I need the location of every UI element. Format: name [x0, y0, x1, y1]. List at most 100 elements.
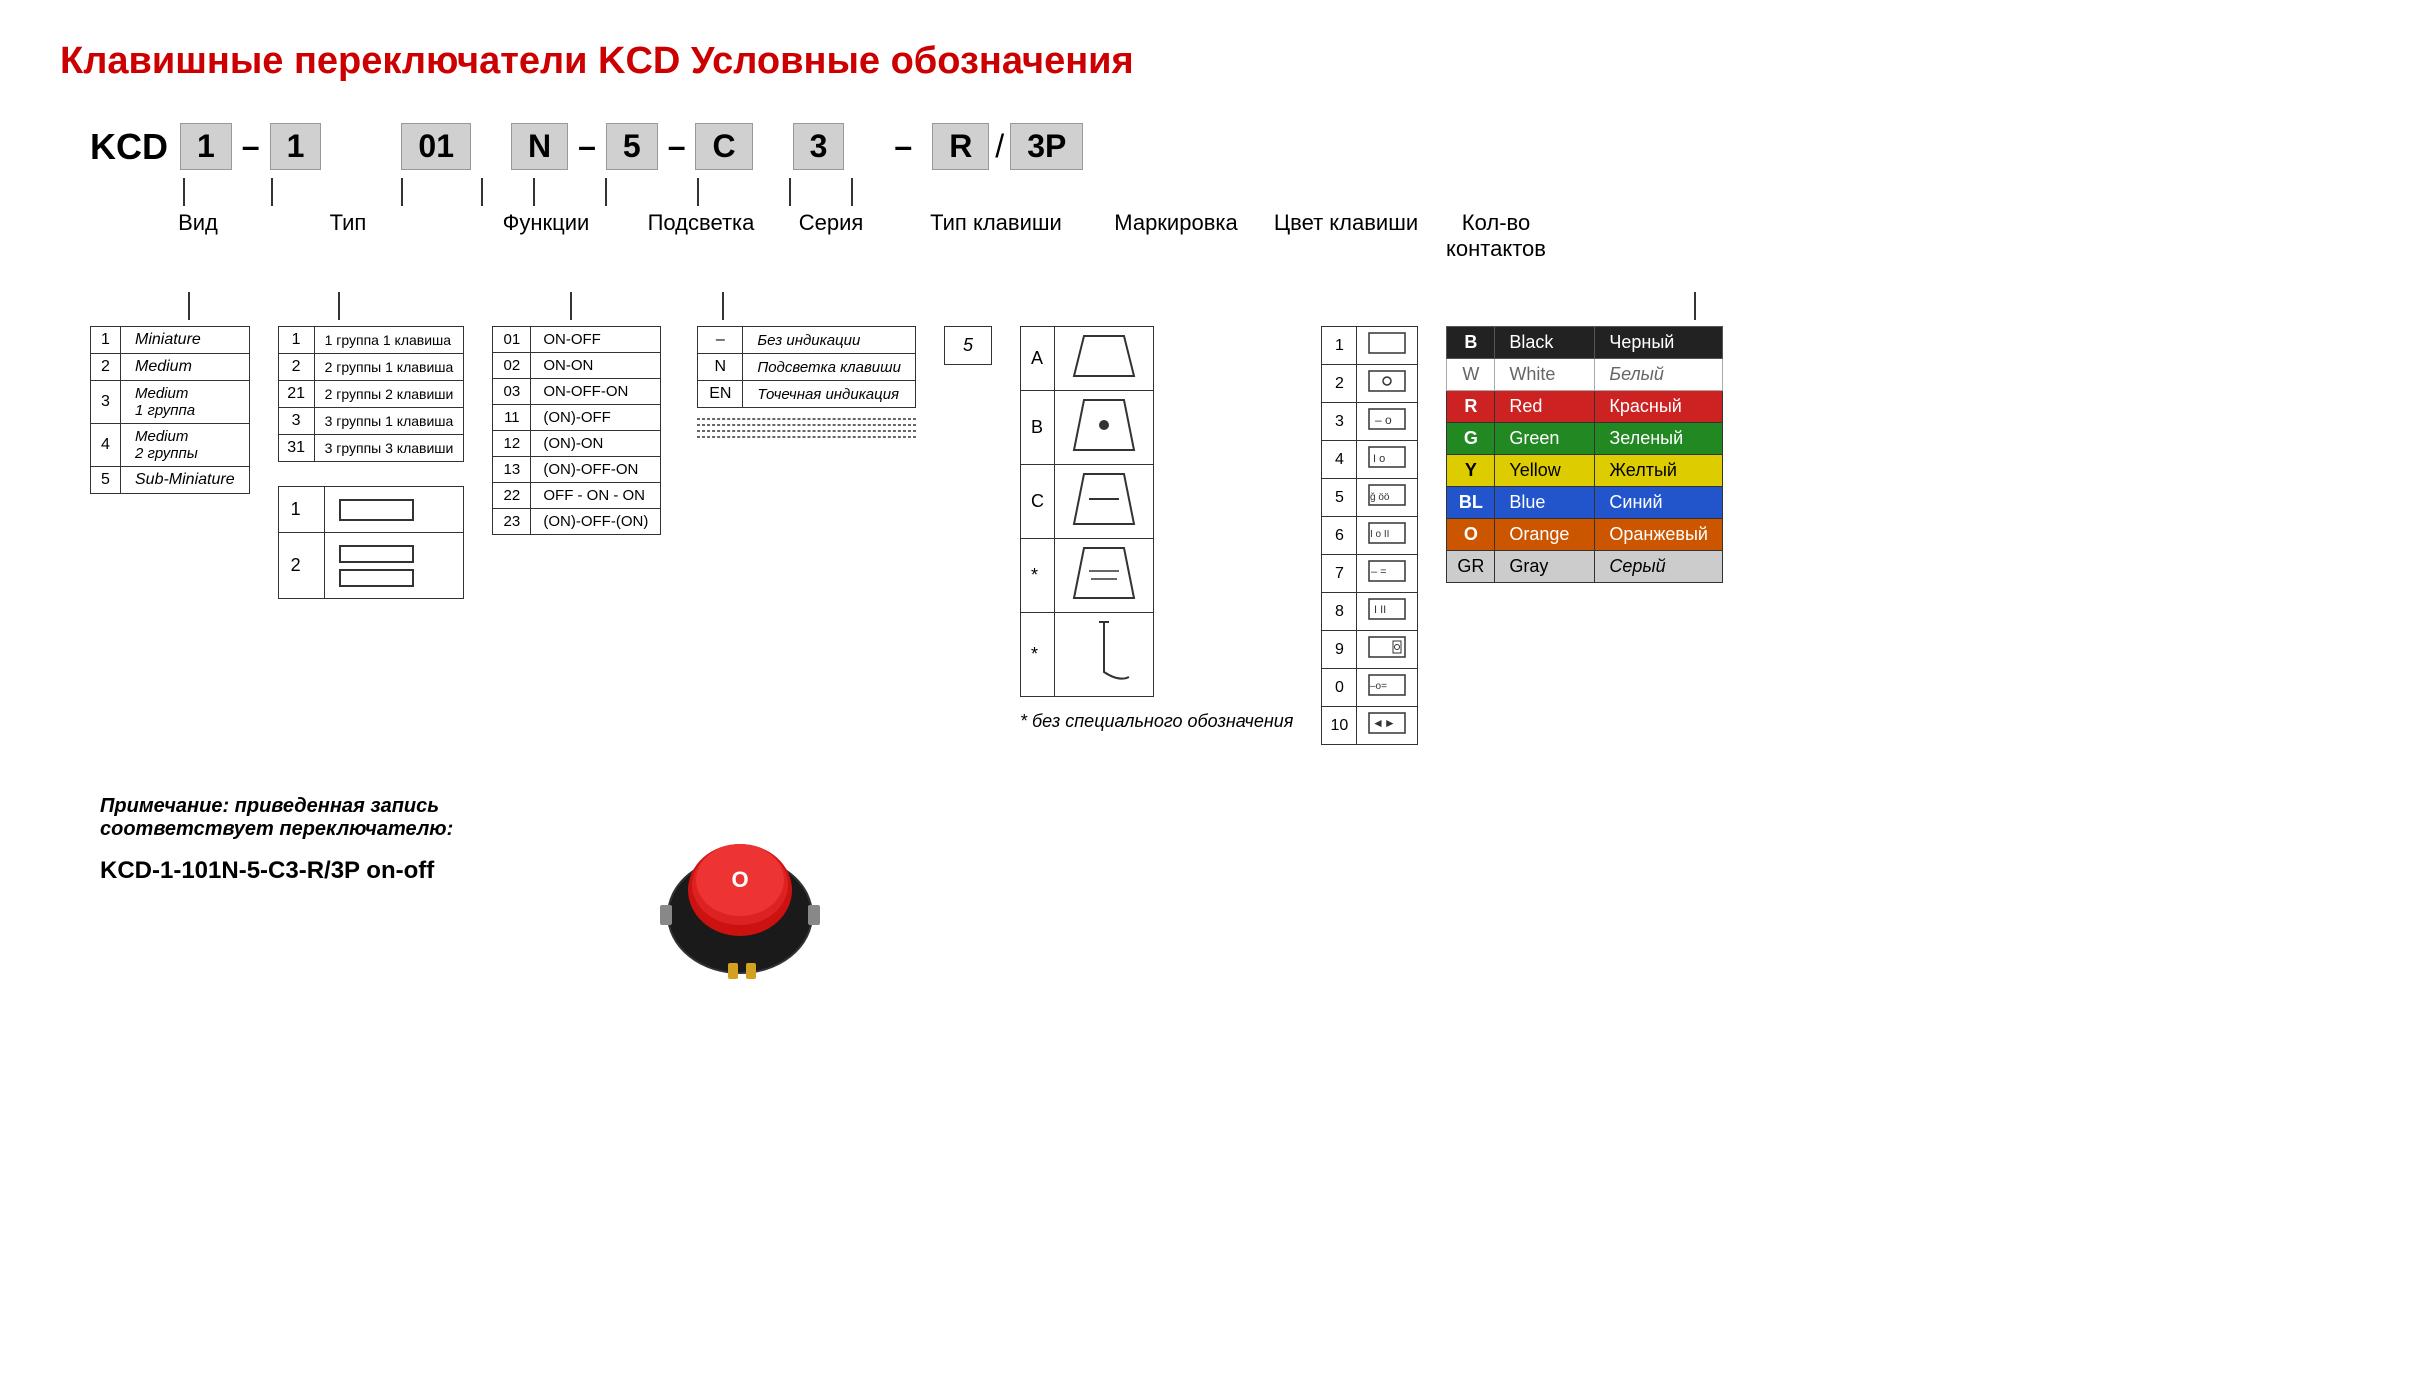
- color-table: B Black Черный W White Белый R Red Красн…: [1446, 326, 1723, 583]
- color-code: Y: [1447, 455, 1495, 487]
- table-row: 23 (ON)-OFF-(ON): [493, 509, 661, 535]
- pod-section: – Без индикации N Подсветка клавиши EN Т…: [697, 326, 916, 438]
- tip-num: 3: [278, 408, 314, 435]
- table-row: 2: [278, 533, 464, 599]
- pod-code: N: [698, 354, 743, 381]
- table-row: 03 ON-OFF-ON: [493, 379, 661, 405]
- func-code: 03: [493, 379, 531, 405]
- table-row: 3 3 группы 1 клавиша: [278, 408, 464, 435]
- main-tables-row: 1 Miniature 2 Medium 3 Medium 1 группа 4…: [90, 326, 2374, 745]
- table-row: 21 2 группы 2 клавиши: [278, 381, 464, 408]
- tip-label: 1 группа 1 клавиша: [314, 327, 464, 354]
- tip-num: 21: [278, 381, 314, 408]
- color-name-ru: Оранжевый: [1595, 519, 1723, 551]
- table-row: 2 Medium: [91, 354, 250, 381]
- code-box-9: 3P: [1010, 123, 1083, 170]
- mark-shape: [1357, 365, 1418, 403]
- key-shape-num: 2: [278, 533, 325, 599]
- pod-label: Подсветка клавиши: [743, 354, 916, 381]
- vid-label: Miniature: [121, 327, 250, 354]
- code-dash-4: –: [884, 128, 922, 165]
- svg-text:– =: – =: [1371, 566, 1387, 578]
- ktype-letter: *: [1020, 539, 1054, 613]
- vid-label: Medium: [121, 354, 250, 381]
- table-row: 1 1 группа 1 клавиша: [278, 327, 464, 354]
- table-row: 0 –o=: [1322, 669, 1418, 707]
- func-table: 01 ON-OFF 02 ON-ON 03 ON-OFF-ON 11 (ON)-…: [492, 326, 661, 535]
- code-box-3: 01: [401, 123, 471, 170]
- vid-table: 1 Miniature 2 Medium 3 Medium 1 группа 4…: [90, 326, 250, 494]
- color-name-ru: Белый: [1595, 359, 1723, 391]
- mark-num: 5: [1322, 479, 1357, 517]
- table-row: 31 3 группы 3 клавиши: [278, 435, 464, 462]
- color-code: R: [1447, 391, 1495, 423]
- cat-vid: Вид: [138, 210, 258, 236]
- code-box-8: R: [932, 123, 989, 170]
- func-code: 12: [493, 431, 531, 457]
- ktype-letter: B: [1020, 391, 1054, 465]
- tip-num: 1: [278, 327, 314, 354]
- mark-shape: – =: [1357, 555, 1418, 593]
- color-name-en: Green: [1495, 423, 1595, 455]
- func-code: 23: [493, 509, 531, 535]
- table-row: 11 (ON)-OFF: [493, 405, 661, 431]
- func-label: OFF - ON - ON: [531, 483, 661, 509]
- table-row: G Green Зеленый: [1447, 423, 1723, 455]
- ktype-shape: [1054, 613, 1153, 697]
- color-name-en: Orange: [1495, 519, 1595, 551]
- ktype-letter: C: [1020, 465, 1054, 539]
- svg-text:I o: I o: [1373, 453, 1385, 465]
- table-row: 12 (ON)-ON: [493, 431, 661, 457]
- mark-num: 7: [1322, 555, 1357, 593]
- mark-shape: [1357, 327, 1418, 365]
- tip-table: 1 1 группа 1 клавиша 2 2 группы 1 клавиш…: [278, 326, 465, 462]
- color-code: W: [1447, 359, 1495, 391]
- mark-num: 9: [1322, 631, 1357, 669]
- pod-code: –: [698, 327, 743, 354]
- color-name-en: Black: [1495, 327, 1595, 359]
- color-section: B Black Черный W White Белый R Red Красн…: [1446, 326, 1723, 583]
- pod-dashed-4: [697, 436, 916, 438]
- code-dash-3: –: [658, 128, 696, 165]
- seriya-section: 5: [944, 326, 992, 365]
- vert-lines-row: [90, 178, 2374, 206]
- seriya-value: 5: [963, 335, 973, 355]
- color-name-ru: Серый: [1595, 551, 1723, 583]
- table-row: *: [1020, 539, 1153, 613]
- func-section: 01 ON-OFF 02 ON-ON 03 ON-OFF-ON 11 (ON)-…: [492, 326, 661, 535]
- table-row: 4 I o: [1322, 441, 1418, 479]
- pod-label: Точечная индикация: [743, 381, 916, 408]
- mark-shape: ğ öö: [1357, 479, 1418, 517]
- table-row: 2 2 группы 1 клавиша: [278, 354, 464, 381]
- svg-text:–o=: –o=: [1370, 681, 1387, 692]
- color-name-ru: Красный: [1595, 391, 1723, 423]
- switch-image: O: [640, 795, 840, 988]
- table-row: 6 I o II: [1322, 517, 1418, 555]
- func-label: ON-ON: [531, 353, 661, 379]
- func-label: (ON)-OFF-ON: [531, 457, 661, 483]
- table-row: W White Белый: [1447, 359, 1723, 391]
- tip-section: 1 1 группа 1 клавиша 2 2 группы 1 клавиш…: [278, 326, 465, 599]
- pod-dashed-line: [697, 418, 916, 420]
- vid-num: 2: [91, 354, 121, 381]
- code-box-2: 1: [270, 123, 322, 170]
- table-row: 13 (ON)-OFF-ON: [493, 457, 661, 483]
- table-row: BL Blue Синий: [1447, 487, 1723, 519]
- color-name-ru: Синий: [1595, 487, 1723, 519]
- cat-tip: Тип: [288, 210, 408, 236]
- tip-label: 2 группы 1 клавиша: [314, 354, 464, 381]
- table-row: 01 ON-OFF: [493, 327, 661, 353]
- kcd-prefix: KCD: [90, 126, 168, 168]
- tip-num: 2: [278, 354, 314, 381]
- mark-num: 10: [1322, 707, 1357, 745]
- table-row: 4 Medium 2 группы: [91, 424, 250, 467]
- mark-shape: I o: [1357, 441, 1418, 479]
- tip-num: 31: [278, 435, 314, 462]
- table-row: 7 – =: [1322, 555, 1418, 593]
- cat-mark: Маркировка: [1106, 210, 1246, 236]
- pod-label: Без индикации: [743, 327, 916, 354]
- svg-text:I o II: I o II: [1370, 529, 1389, 540]
- table-row: 8 I II: [1322, 593, 1418, 631]
- note-block: Примечание: приведенная запись соответст…: [100, 795, 580, 885]
- mark-num: 6: [1322, 517, 1357, 555]
